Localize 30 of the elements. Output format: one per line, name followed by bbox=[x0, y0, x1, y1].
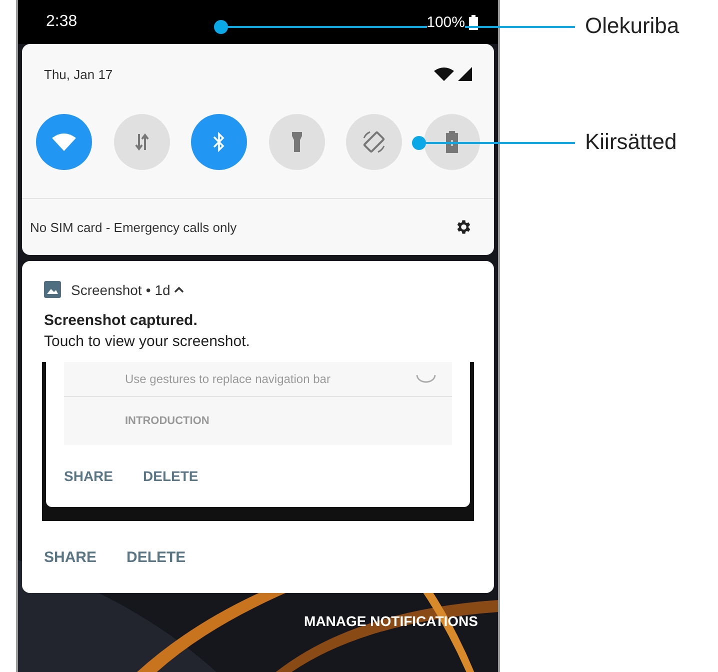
setting-description: Use gestures to replace navigation bar bbox=[125, 372, 330, 386]
notification-app-name: Screenshot bbox=[71, 282, 142, 298]
separator-dot: • bbox=[146, 282, 151, 298]
notification-action-button[interactable]: DELETE bbox=[126, 548, 186, 566]
clock-time: 2:38 bbox=[46, 13, 78, 31]
caret-icon[interactable] bbox=[174, 286, 184, 294]
battery-plus-icon bbox=[444, 130, 459, 154]
notification-title: Screenshot captured. bbox=[44, 312, 198, 329]
section-heading: INTRODUCTION bbox=[125, 415, 210, 427]
preview-action-button: SHARE bbox=[64, 468, 114, 484]
manage-notifications-button[interactable]: MANAGE NOTIFICATIONS bbox=[304, 613, 478, 629]
cell-signal-icon bbox=[458, 67, 472, 81]
notification-age: 1d bbox=[154, 282, 170, 298]
notification-card[interactable]: Screenshot • 1d Screenshot captured. Touch to view your screenshot. Use gestures to replace navigation bar INTRODUCTION SHARE DELETE SHARE DELETE bbox=[22, 261, 494, 593]
wifi-signal-icon bbox=[434, 67, 454, 81]
date-text: Thu, Jan 17 bbox=[44, 66, 113, 82]
image-icon bbox=[44, 281, 61, 298]
notification-action-button[interactable]: SHARE bbox=[44, 548, 97, 566]
annotation-label: Olekuriba bbox=[585, 13, 680, 39]
data-arrows-icon bbox=[134, 133, 150, 151]
notification-text: Touch to view your screenshot. bbox=[44, 333, 251, 350]
preview-action-button: DELETE bbox=[143, 468, 198, 484]
annotation-label: Kiirsätted bbox=[585, 129, 677, 155]
screenshot-preview[interactable]: Use gestures to replace navigation bar INTRODUCTION SHARE DELETE bbox=[42, 362, 474, 521]
carrier-status: No SIM card - Emergency calls only bbox=[30, 220, 237, 234]
wifi-icon bbox=[51, 132, 77, 152]
bluetooth-icon bbox=[213, 132, 226, 152]
battery-percent: 100% bbox=[426, 14, 465, 30]
rotate-icon bbox=[361, 129, 388, 155]
flashlight-icon bbox=[290, 131, 303, 153]
